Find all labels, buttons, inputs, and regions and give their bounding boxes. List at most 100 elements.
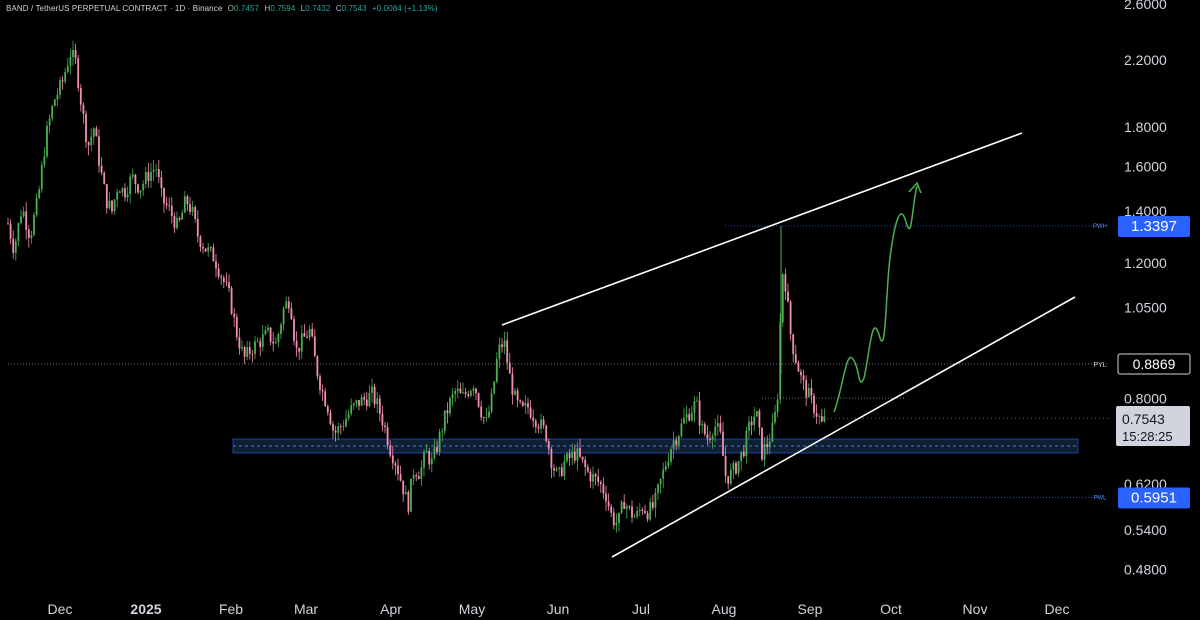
candle	[358, 400, 360, 411]
candle	[287, 296, 290, 314]
candle	[714, 418, 717, 442]
candle-body	[722, 431, 724, 456]
candle-body	[675, 440, 678, 445]
candle-body	[555, 468, 558, 471]
candle	[430, 452, 433, 473]
candle	[667, 453, 670, 469]
candle	[199, 235, 202, 252]
candle-body	[579, 448, 581, 457]
candle-body	[251, 353, 254, 355]
candle	[698, 391, 701, 435]
candle-body	[724, 455, 727, 477]
x-tick-label: Aug	[712, 601, 737, 617]
candle-body	[313, 336, 316, 357]
candle	[511, 367, 514, 405]
candle	[761, 427, 763, 462]
candle-body	[784, 274, 787, 292]
candle-body	[690, 412, 693, 421]
candle-body	[51, 106, 54, 119]
candle-body	[12, 238, 15, 253]
candle	[186, 194, 189, 211]
candle-body	[144, 171, 147, 184]
candle-body	[209, 247, 212, 249]
candle	[40, 161, 43, 193]
candle-body	[425, 451, 428, 453]
candle-body	[818, 416, 821, 417]
candle-body	[781, 274, 784, 323]
candle	[649, 497, 652, 522]
candle-body	[165, 203, 168, 206]
candle	[602, 477, 605, 499]
candle	[147, 163, 150, 188]
candle	[420, 460, 423, 486]
candle-body	[20, 216, 22, 224]
x-tick-label: Nov	[963, 601, 988, 617]
y-tick-label: 2.2000	[1124, 52, 1167, 68]
candle-body	[186, 196, 189, 205]
candle	[407, 490, 410, 515]
candle-body	[373, 386, 376, 405]
candle	[615, 513, 618, 533]
candle-body	[124, 188, 126, 198]
candle-body	[181, 212, 184, 220]
candle-body	[399, 474, 402, 481]
candle-body	[48, 118, 51, 126]
price-chart[interactable]: 2.60002.20001.80001.60001.40001.20001.05…	[0, 0, 1200, 620]
candle-body	[511, 373, 514, 395]
candle-body	[121, 188, 124, 193]
candle	[558, 466, 561, 477]
candle-body	[417, 476, 420, 479]
candle	[451, 388, 454, 407]
candle	[750, 415, 753, 436]
candle	[207, 242, 210, 257]
candle	[342, 420, 345, 431]
candle	[729, 463, 732, 486]
candle	[118, 190, 121, 193]
candle-body	[758, 411, 761, 428]
price-tag: PWL	[1093, 496, 1107, 502]
candle	[745, 427, 748, 464]
candle-body	[352, 403, 355, 406]
candle-body	[711, 436, 714, 440]
candle-body	[714, 426, 717, 436]
candle	[43, 147, 46, 168]
candle-body	[685, 414, 688, 418]
candle	[529, 400, 532, 420]
candle-body	[485, 417, 488, 418]
candle-body	[506, 340, 509, 363]
candle	[124, 183, 126, 202]
candle	[737, 461, 740, 477]
candle-body	[802, 375, 805, 381]
candle	[495, 352, 498, 384]
candle	[654, 488, 657, 518]
candle	[290, 302, 293, 320]
candle	[66, 58, 69, 74]
candle-body	[311, 328, 314, 337]
candle-body	[553, 468, 555, 471]
candle-body	[742, 451, 745, 457]
candle-body	[732, 463, 735, 470]
candle-body	[394, 463, 397, 466]
candle-body	[25, 211, 28, 230]
x-tick-label: Jul	[632, 601, 650, 617]
candle-body	[46, 125, 48, 157]
candle	[581, 456, 584, 464]
candle-body	[183, 196, 186, 213]
candle-body	[113, 199, 116, 212]
candle	[277, 332, 280, 348]
candle	[295, 331, 298, 357]
candle	[402, 480, 405, 502]
candle	[662, 462, 665, 489]
candle-body	[636, 511, 639, 517]
candle-body	[729, 469, 732, 484]
candle-body	[196, 219, 199, 237]
candle-body	[220, 276, 223, 278]
candle-body	[800, 371, 802, 376]
candle	[160, 170, 163, 197]
candle	[690, 405, 693, 422]
candle	[701, 420, 704, 434]
candle	[363, 392, 366, 405]
candle-body	[524, 403, 527, 406]
candle-body	[664, 466, 667, 470]
candle-body	[90, 136, 93, 146]
